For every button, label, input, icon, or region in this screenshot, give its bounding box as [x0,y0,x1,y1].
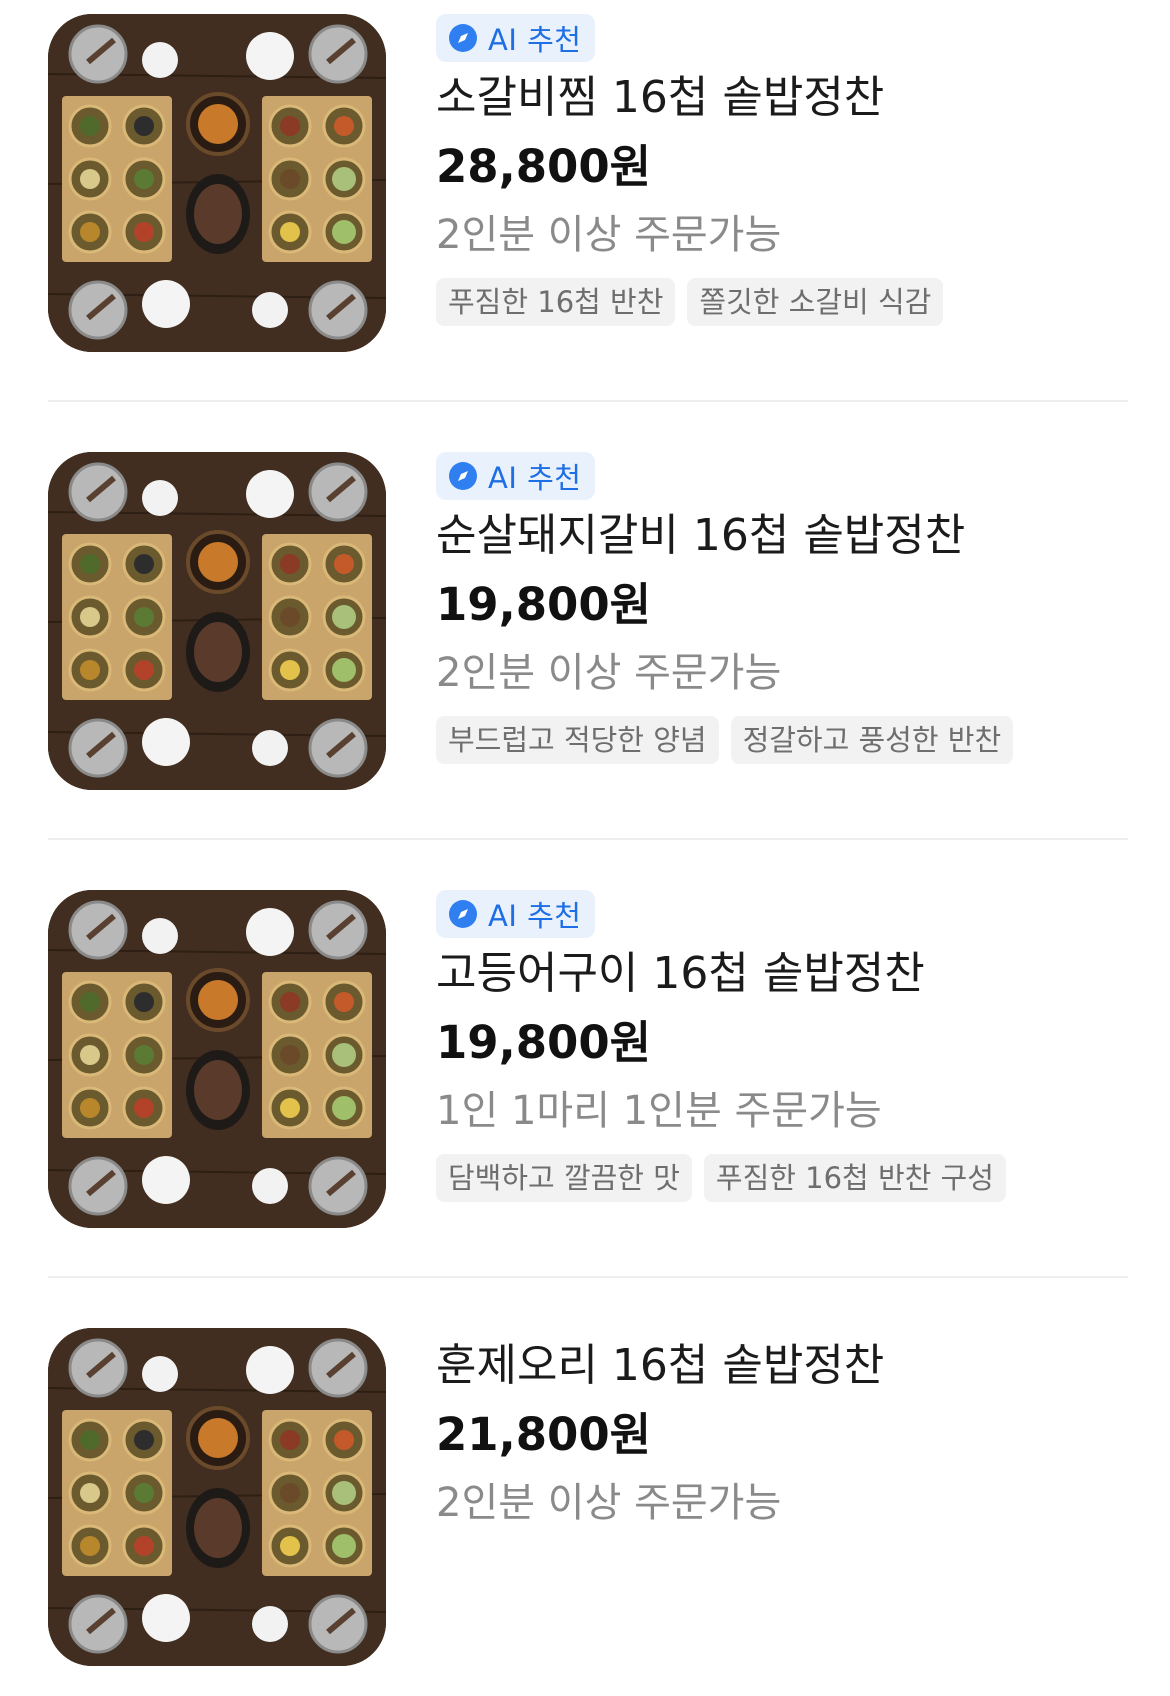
menu-item-info: AI 추천 순살돼지갈비 16첩 솥밥정찬 19,800원 2인분 이상 주문가… [436,452,1126,764]
menu-item-tags: 담백하고 깔끔한 맛 푸짐한 16첩 반찬 구성 [436,1154,1126,1202]
divider [48,400,1128,402]
menu-item-tags: 푸짐한 16첩 반찬 쫄깃한 소갈비 식감 [436,278,1126,326]
ai-recommend-badge: AI 추천 [436,890,596,938]
menu-item-title: 소갈비찜 16첩 솥밥정찬 [436,72,885,123]
menu-list: AI 추천 소갈비찜 16첩 솥밥정찬 28,800원 2인분 이상 주문가능 … [0,0,1170,1696]
menu-item-order-note: 2인분 이상 주문가능 [436,650,782,696]
badge-label: AI 추천 [488,899,582,933]
divider [48,838,1128,840]
badge-label: AI 추천 [488,23,582,57]
menu-item-price: 21,800원 [436,1408,652,1461]
menu-item-order-note: 2인분 이상 주문가능 [436,212,782,258]
menu-item-title: 고등어구이 16첩 솥밥정찬 [436,948,925,999]
compass-icon [448,23,478,53]
menu-item-title: 훈제오리 16첩 솥밥정찬 [436,1340,885,1391]
compass-icon [448,899,478,929]
menu-item-order-note: 1인 1마리 1인분 주문가능 [436,1088,882,1134]
menu-item-title: 순살돼지갈비 16첩 솥밥정찬 [436,510,966,561]
divider [48,1276,1128,1278]
menu-item-price: 19,800원 [436,578,652,631]
menu-item-info: 훈제오리 16첩 솥밥정찬 21,800원 2인분 이상 주문가능 [436,1336,1126,1536]
menu-item-info: AI 추천 고등어구이 16첩 솥밥정찬 19,800원 1인 1마리 1인분 … [436,890,1126,1202]
tag: 부드럽고 적당한 양념 [436,716,719,764]
menu-item-photo[interactable] [48,1328,386,1666]
tag: 정갈하고 풍성한 반찬 [730,716,1014,764]
tag: 담백하고 깔끔한 맛 [436,1154,692,1202]
menu-item-price: 19,800원 [436,1016,652,1069]
menu-item-photo[interactable] [48,890,386,1228]
menu-item-photo[interactable] [48,452,386,790]
menu-item-info: AI 추천 소갈비찜 16첩 솥밥정찬 28,800원 2인분 이상 주문가능 … [436,14,1126,326]
tag: 푸짐한 16첩 반찬 구성 [703,1154,1006,1202]
compass-icon [448,461,478,491]
menu-item-order-note: 2인분 이상 주문가능 [436,1480,782,1526]
menu-item-photo[interactable] [48,14,386,352]
badge-label: AI 추천 [488,461,582,495]
ai-recommend-badge: AI 추천 [436,452,596,500]
menu-item-tags: 부드럽고 적당한 양념 정갈하고 풍성한 반찬 [436,716,1126,764]
tag: 쫄깃한 소갈비 식감 [687,278,944,326]
ai-recommend-badge: AI 추천 [436,14,596,62]
menu-item-price: 28,800원 [436,140,652,193]
tag: 푸짐한 16첩 반찬 [436,278,676,326]
